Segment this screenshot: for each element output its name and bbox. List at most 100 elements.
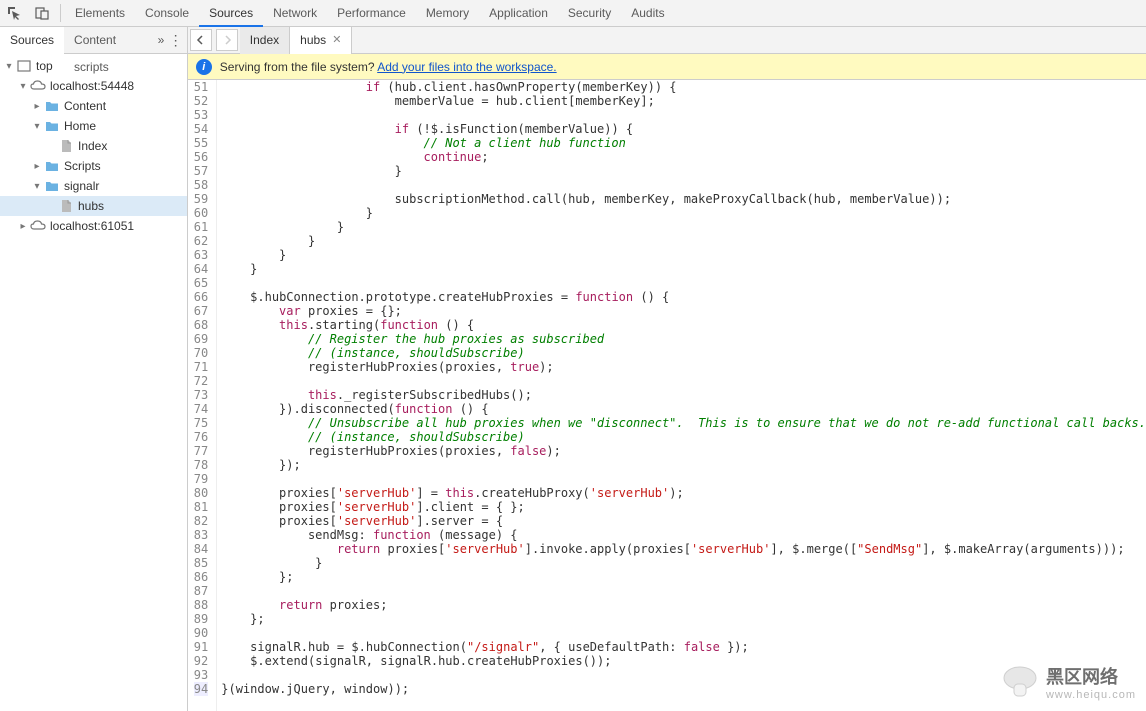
toolbar-tab-network[interactable]: Network (263, 0, 327, 27)
expand-arrow-icon[interactable]: ▸ (18, 221, 28, 232)
code-line[interactable]: }; (221, 612, 1146, 626)
line-number[interactable]: 74 (194, 402, 208, 416)
expand-arrow-icon[interactable]: ▾ (4, 61, 14, 72)
line-number[interactable]: 81 (194, 500, 208, 514)
code-line[interactable]: } (221, 262, 1146, 276)
line-number[interactable]: 79 (194, 472, 208, 486)
line-number[interactable]: 64 (194, 262, 208, 276)
line-number[interactable]: 58 (194, 178, 208, 192)
expand-arrow-icon[interactable]: ▾ (32, 121, 42, 132)
code-line[interactable]: } (221, 234, 1146, 248)
line-number[interactable]: 59 (194, 192, 208, 206)
navigator-menu-icon[interactable]: ⋮ (164, 32, 186, 49)
nav-back-icon[interactable] (190, 29, 212, 51)
code-line[interactable]: memberValue = hub.client[memberKey]; (221, 94, 1146, 108)
line-number[interactable]: 71 (194, 360, 208, 374)
code-line[interactable]: subscriptionMethod.call(hub, memberKey, … (221, 192, 1146, 206)
line-number[interactable]: 88 (194, 598, 208, 612)
code-line[interactable] (221, 626, 1146, 640)
code-line[interactable]: // Not a client hub function (221, 136, 1146, 150)
line-number[interactable]: 70 (194, 346, 208, 360)
code-line[interactable] (221, 374, 1146, 388)
code-line[interactable]: var proxies = {}; (221, 304, 1146, 318)
line-number[interactable]: 52 (194, 94, 208, 108)
tree-item-localhost-54448[interactable]: ▾localhost:54448 (0, 76, 187, 96)
line-number[interactable]: 55 (194, 136, 208, 150)
line-number[interactable]: 89 (194, 612, 208, 626)
code-line[interactable]: proxies['serverHub'].client = { }; (221, 500, 1146, 514)
code-line[interactable]: }; (221, 570, 1146, 584)
line-number[interactable]: 85 (194, 556, 208, 570)
line-number[interactable]: 72 (194, 374, 208, 388)
line-number[interactable]: 82 (194, 514, 208, 528)
close-tab-icon[interactable]: ✕ (332, 27, 341, 54)
line-number[interactable]: 73 (194, 388, 208, 402)
line-number[interactable]: 93 (194, 668, 208, 682)
line-number[interactable]: 63 (194, 248, 208, 262)
line-number[interactable]: 68 (194, 318, 208, 332)
code-line[interactable]: if (hub.client.hasOwnProperty(memberKey)… (221, 80, 1146, 94)
line-number[interactable]: 62 (194, 234, 208, 248)
code-line[interactable]: this._registerSubscribedHubs(); (221, 388, 1146, 402)
line-number[interactable]: 69 (194, 332, 208, 346)
code-line[interactable]: registerHubProxies(proxies, true); (221, 360, 1146, 374)
code-line[interactable]: if (!$.isFunction(memberValue)) { (221, 122, 1146, 136)
code-content[interactable]: if (hub.client.hasOwnProperty(memberKey)… (217, 80, 1146, 711)
inspect-icon[interactable] (2, 1, 26, 25)
code-line[interactable]: return proxies['serverHub'].invoke.apply… (221, 542, 1146, 556)
line-number[interactable]: 56 (194, 150, 208, 164)
code-line[interactable]: signalR.hub = $.hubConnection("/signalr"… (221, 640, 1146, 654)
line-number[interactable]: 61 (194, 220, 208, 234)
navigator-tab-sources[interactable]: Sources (0, 27, 64, 54)
line-number[interactable]: 94 (194, 682, 208, 696)
tree-item-localhost-61051[interactable]: ▸localhost:61051 (0, 216, 187, 236)
code-line[interactable]: // Unsubscribe all hub proxies when we "… (221, 416, 1146, 430)
nav-forward-icon[interactable] (216, 29, 238, 51)
code-line[interactable]: }).disconnected(function () { (221, 402, 1146, 416)
code-line[interactable]: // Register the hub proxies as subscribe… (221, 332, 1146, 346)
toolbar-tab-sources[interactable]: Sources (199, 0, 263, 27)
line-number[interactable]: 90 (194, 626, 208, 640)
expand-arrow-icon[interactable]: ▸ (32, 161, 42, 172)
tree-item-top[interactable]: ▾top (0, 56, 187, 76)
line-number[interactable]: 65 (194, 276, 208, 290)
code-line[interactable]: } (221, 164, 1146, 178)
line-number[interactable]: 66 (194, 290, 208, 304)
code-line[interactable]: } (221, 556, 1146, 570)
toolbar-tab-audits[interactable]: Audits (621, 0, 674, 27)
expand-arrow-icon[interactable]: ▸ (32, 101, 42, 112)
line-number[interactable]: 53 (194, 108, 208, 122)
code-line[interactable]: proxies['serverHub'] = this.createHubPro… (221, 486, 1146, 500)
editor-tab-index[interactable]: Index (240, 27, 290, 54)
tree-item-scripts[interactable]: ▸Scripts (0, 156, 187, 176)
expand-arrow-icon[interactable]: ▾ (32, 181, 42, 192)
toolbar-tab-application[interactable]: Application (479, 0, 558, 27)
line-number[interactable]: 78 (194, 458, 208, 472)
code-line[interactable]: } (221, 220, 1146, 234)
line-number[interactable]: 91 (194, 640, 208, 654)
editor-tab-hubs[interactable]: hubs✕ (290, 27, 352, 54)
line-number[interactable]: 75 (194, 416, 208, 430)
code-line[interactable]: proxies['serverHub'].server = { (221, 514, 1146, 528)
line-number[interactable]: 83 (194, 528, 208, 542)
navigator-tab-content-scripts[interactable]: Content scripts (64, 27, 154, 54)
code-line[interactable]: } (221, 206, 1146, 220)
code-line[interactable]: // (instance, shouldSubscribe) (221, 346, 1146, 360)
line-number[interactable]: 51 (194, 80, 208, 94)
code-line[interactable]: // (instance, shouldSubscribe) (221, 430, 1146, 444)
tree-item-content[interactable]: ▸Content (0, 96, 187, 116)
code-line[interactable] (221, 178, 1146, 192)
code-line[interactable]: registerHubProxies(proxies, false); (221, 444, 1146, 458)
code-line[interactable]: }); (221, 458, 1146, 472)
line-number[interactable]: 84 (194, 542, 208, 556)
infobar-link[interactable]: Add your files into the workspace. (377, 60, 556, 74)
line-number[interactable]: 54 (194, 122, 208, 136)
code-line[interactable] (221, 276, 1146, 290)
tree-item-index[interactable]: Index (0, 136, 187, 156)
line-number[interactable]: 60 (194, 206, 208, 220)
toolbar-tab-memory[interactable]: Memory (416, 0, 479, 27)
code-editor[interactable]: 5152535455565758596061626364656667686970… (188, 80, 1146, 711)
device-toggle-icon[interactable] (30, 1, 54, 25)
code-line[interactable]: } (221, 248, 1146, 262)
tree-item-signalr[interactable]: ▾signalr (0, 176, 187, 196)
